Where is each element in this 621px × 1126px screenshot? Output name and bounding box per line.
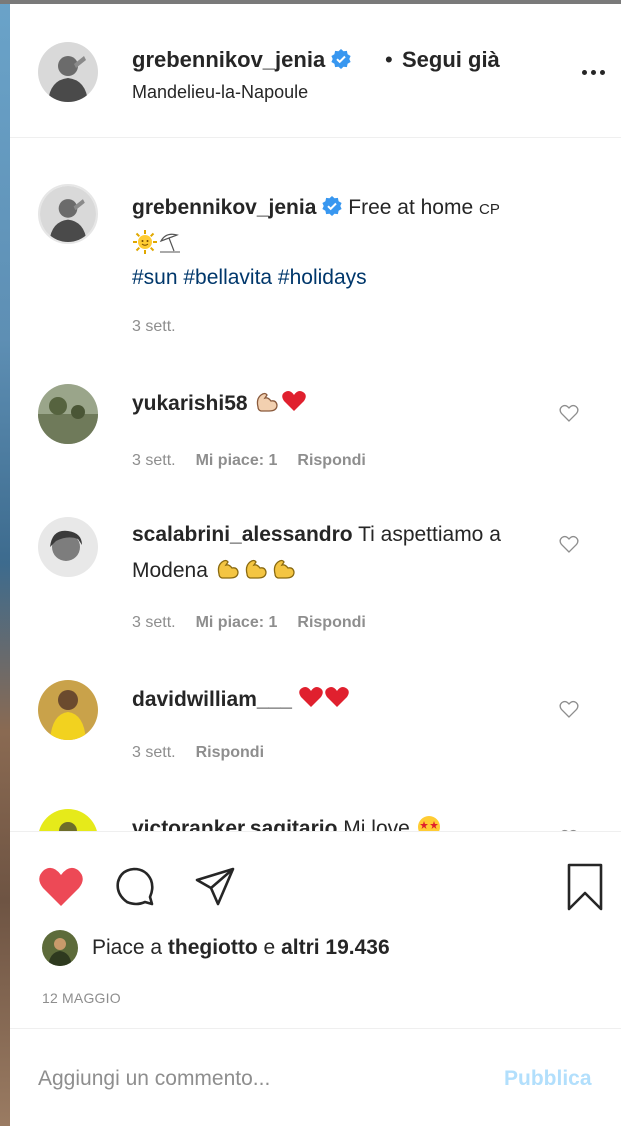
comment-time[interactable]: 3 sett.	[132, 452, 176, 469]
liker-username[interactable]: thegiotto	[168, 936, 258, 959]
post-date[interactable]: 12 MAGGIO	[42, 990, 121, 1006]
comment-username[interactable]: scalabrini_alessandro	[132, 523, 353, 546]
header-separator: •	[385, 47, 393, 72]
reply-button[interactable]: Rispondi	[297, 614, 365, 631]
flexed-biceps-emoji-icon	[217, 559, 239, 579]
likes-count[interactable]: altri 19.436	[281, 936, 390, 959]
comment-item: davidwilliam___	[132, 682, 542, 718]
bookmark-icon[interactable]	[566, 862, 604, 912]
follow-status-button[interactable]: Segui già	[402, 47, 500, 73]
heart-icon[interactable]	[38, 866, 84, 908]
commenter-avatar[interactable]	[38, 384, 98, 444]
flexed-biceps-emoji-icon	[273, 559, 295, 579]
beach-umbrella-emoji-icon	[159, 233, 180, 253]
more-options-icon[interactable]	[576, 62, 612, 82]
flexed-biceps-emoji-icon	[245, 559, 267, 579]
author-username[interactable]: grebennikov_jenia	[132, 47, 351, 73]
red-heart-emoji-icon	[324, 687, 349, 707]
comments-list[interactable]: grebennikov_jenia Free at home CP #sun #…	[10, 139, 621, 831]
flexed-biceps-emoji-icon	[257, 392, 279, 412]
caption-text: grebennikov_jenia Free at home CP #sun #…	[132, 191, 592, 295]
likes-prefix: Piace a	[92, 936, 163, 959]
caption-hashtags[interactable]: #sun #bellavita #holidays	[132, 266, 367, 289]
commenter-avatar[interactable]	[38, 680, 98, 740]
like-comment-heart-icon[interactable]	[558, 698, 580, 720]
publish-button[interactable]: Pubblica	[504, 1067, 592, 1091]
comment-time[interactable]: 3 sett.	[132, 744, 176, 761]
comment-item: yukarishi58	[132, 386, 542, 422]
likes-middle: e	[263, 936, 276, 959]
like-comment-heart-icon[interactable]	[558, 402, 580, 424]
caption-meta: 3 sett.	[132, 318, 196, 336]
caption-body: Free at home	[348, 196, 474, 219]
comment-likes-count[interactable]: Mi piace: 1	[196, 452, 278, 469]
comment-likes-count[interactable]: Mi piace: 1	[196, 614, 278, 631]
caption-suffix: CP	[479, 201, 500, 218]
like-comment-heart-icon[interactable]	[558, 533, 580, 555]
commenter-avatar[interactable]	[38, 809, 98, 831]
add-comment-bar: Aggiungi un commento... Pubblica	[10, 1028, 621, 1126]
post-location[interactable]: Mandelieu-la-Napoule	[132, 82, 308, 103]
comment-meta: 3 sett. Rispondi	[132, 744, 284, 762]
author-avatar[interactable]	[38, 42, 98, 102]
comment-icon[interactable]	[114, 866, 156, 908]
likes-text: Piace a thegiotto e altri 19.436	[92, 936, 390, 960]
post-header: grebennikov_jenia • Segui già Mandelieu-…	[10, 4, 621, 138]
reply-button[interactable]: Rispondi	[297, 452, 365, 469]
red-heart-emoji-icon	[298, 687, 323, 707]
verified-icon	[331, 49, 351, 69]
red-heart-emoji-icon	[282, 391, 307, 411]
commenter-avatar[interactable]	[38, 517, 98, 577]
comment-username[interactable]: davidwilliam___	[132, 688, 292, 711]
post-side-panel: grebennikov_jenia • Segui già Mandelieu-…	[10, 4, 621, 1126]
share-icon[interactable]	[194, 866, 236, 908]
comment-item: victoranker.sagitario Mi love	[132, 811, 542, 831]
comment-username[interactable]: victoranker.sagitario	[132, 817, 337, 831]
reply-button[interactable]: Rispondi	[196, 744, 264, 761]
caption-author-avatar[interactable]	[38, 184, 98, 244]
comment-time[interactable]: 3 sett.	[132, 614, 176, 631]
star-struck-emoji-icon	[417, 816, 440, 831]
comment-meta: 3 sett. Mi piace: 1 Rispondi	[132, 614, 386, 632]
sun-emoji-icon	[133, 230, 157, 254]
comment-username[interactable]: yukarishi58	[132, 392, 248, 415]
liker-avatar[interactable]	[42, 930, 78, 966]
verified-icon	[322, 196, 343, 216]
background-photo-edge	[0, 0, 10, 1126]
author-username-text[interactable]: grebennikov_jenia	[132, 47, 325, 72]
post-actions-section: Piace a thegiotto e altri 19.436 12 MAGG…	[10, 831, 621, 1126]
comment-input[interactable]: Aggiungi un commento...	[38, 1067, 270, 1091]
caption-username[interactable]: grebennikov_jenia	[132, 196, 316, 219]
comment-meta: 3 sett. Mi piace: 1 Rispondi	[132, 452, 386, 470]
comment-item: scalabrini_alessandro Ti aspettiamo a Mo…	[132, 517, 542, 589]
caption-time[interactable]: 3 sett.	[132, 318, 176, 335]
comment-body: Mi love	[343, 817, 410, 831]
